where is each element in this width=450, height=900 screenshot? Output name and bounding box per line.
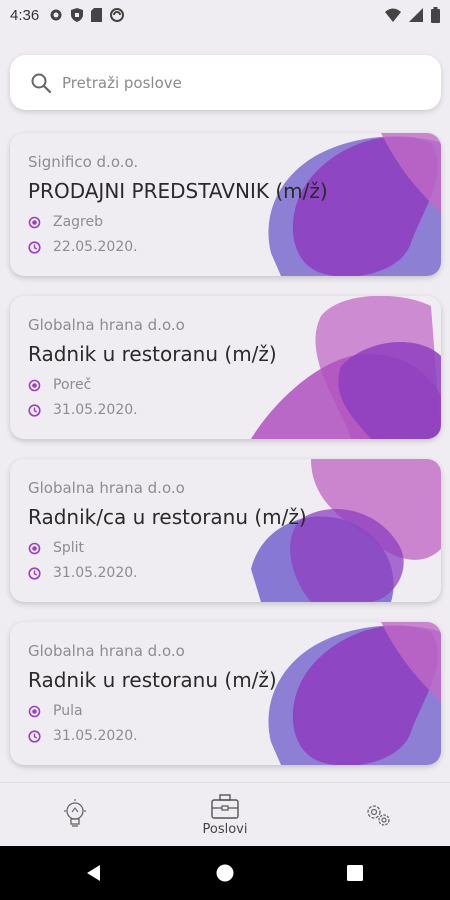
signal-icon [409, 8, 423, 22]
job-date: 31.05.2020. [28, 728, 138, 744]
location-text: Pula [53, 703, 83, 719]
location-text: Split [53, 540, 85, 556]
search-bar[interactable] [10, 55, 441, 110]
job-card[interactable]: Globalna hrana d.o.o Radnik/ca u restora… [10, 459, 441, 602]
back-icon[interactable] [84, 863, 104, 883]
decorative-blob [268, 133, 441, 276]
job-card[interactable]: Globalna hrana d.o.o Radnik u restoranu … [10, 622, 441, 765]
shield-icon [71, 8, 84, 22]
job-date: 22.05.2020. [28, 239, 138, 255]
company-name: Globalna hrana d.o.o [28, 316, 185, 334]
system-navigation-bar [0, 846, 450, 900]
clock-icon [28, 240, 41, 254]
location-text: Zagreb [53, 214, 104, 230]
briefcase-icon [211, 793, 239, 819]
decorative-blob [268, 622, 441, 765]
settings-icon [50, 9, 62, 21]
location-pin-icon [28, 379, 41, 391]
company-name: Globalna hrana d.o.o [28, 642, 185, 660]
recents-icon[interactable] [346, 864, 364, 882]
job-title: Radnik u restoranu (m/ž) [28, 668, 277, 692]
job-location: Split [28, 540, 84, 556]
sync-icon [110, 8, 125, 22]
nav-item-ideas[interactable] [55, 783, 95, 847]
job-location: Pula [28, 703, 83, 719]
location-pin-icon [28, 216, 41, 228]
wifi-icon [385, 8, 401, 22]
decorative-blob [251, 296, 441, 439]
job-location: Poreč [28, 377, 91, 393]
nav-item-poslovi[interactable]: Poslovi [195, 783, 255, 847]
job-title: PRODAJNI PREDSTAVNIK (m/ž) [28, 179, 328, 203]
clock-icon [28, 403, 41, 417]
job-location: Zagreb [28, 214, 103, 230]
status-time: 4:36 [10, 6, 40, 24]
clock-icon [28, 729, 41, 743]
company-name: Globalna hrana d.o.o [28, 479, 185, 497]
date-text: 31.05.2020. [53, 565, 138, 581]
battery-icon [431, 7, 440, 23]
search-icon [31, 73, 52, 93]
clock-icon [28, 566, 41, 580]
date-text: 22.05.2020. [53, 239, 138, 255]
date-text: 31.05.2020. [53, 402, 138, 418]
location-pin-icon [28, 542, 41, 554]
date-text: 31.05.2020. [53, 728, 138, 744]
company-name: Significo d.o.o. [28, 153, 139, 171]
bottom-navigation: Poslovi [0, 782, 450, 846]
job-card[interactable]: Significo d.o.o. PRODAJNI PREDSTAVNIK (m… [10, 133, 441, 276]
job-card[interactable]: Globalna hrana d.o.o Radnik u restoranu … [10, 296, 441, 439]
lightbulb-icon [64, 799, 86, 827]
sim-icon [91, 8, 103, 22]
job-title: Radnik/ca u restoranu (m/ž) [28, 505, 307, 529]
gears-icon [367, 805, 390, 826]
status-bar: 4:36 [0, 0, 450, 30]
location-text: Poreč [53, 377, 92, 393]
search-input[interactable] [62, 73, 422, 92]
location-pin-icon [28, 705, 41, 717]
job-date: 31.05.2020. [28, 402, 138, 418]
decorative-blob [251, 459, 441, 602]
nav-item-settings[interactable] [358, 783, 398, 847]
home-icon[interactable] [215, 863, 235, 883]
job-title: Radnik u restoranu (m/ž) [28, 342, 277, 366]
job-date: 31.05.2020. [28, 565, 138, 581]
nav-label: Poslovi [202, 821, 248, 837]
